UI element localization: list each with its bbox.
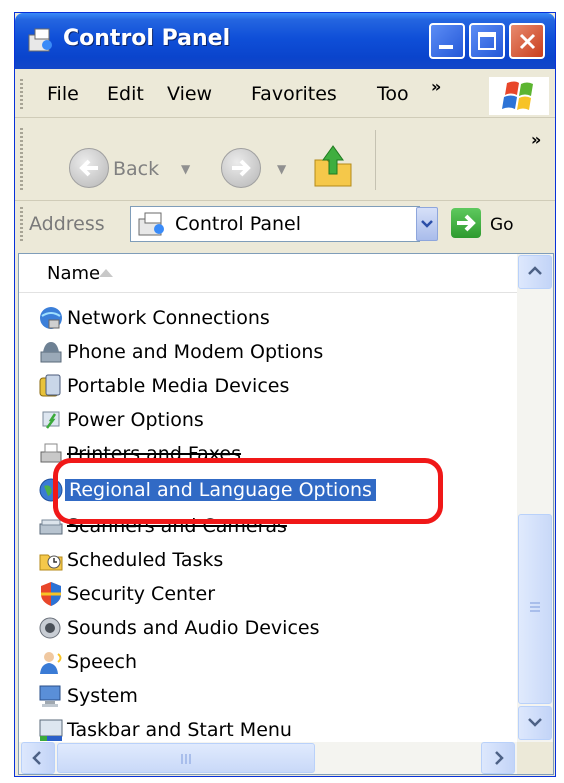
windows-logo-icon (489, 77, 549, 115)
back-label: Back (113, 158, 160, 180)
menu-edit[interactable]: Edit (107, 83, 144, 105)
toolbar: Back ▼ ▼ » (15, 118, 555, 201)
menu-tools[interactable]: Too (377, 83, 409, 105)
resize-grip[interactable] (517, 742, 553, 774)
menu-favorites[interactable]: Favorites (251, 83, 337, 105)
address-bar: Address Control Panel Go (15, 201, 555, 247)
list-item-sounds-audio[interactable]: Sounds and Audio Devices (37, 612, 507, 646)
toolbar-overflow-chevron-icon[interactable]: » (531, 130, 541, 149)
menu-grip[interactable] (20, 79, 23, 109)
maximize-button[interactable] (469, 23, 505, 59)
list-item-portable-media[interactable]: Portable Media Devices (37, 370, 507, 404)
list-item-phone-modem[interactable]: Phone and Modem Options (37, 336, 507, 370)
chevron-left-icon (32, 751, 41, 765)
name-column-header[interactable]: Name (19, 254, 517, 293)
highlight-annotation (53, 458, 443, 524)
scroll-left-button[interactable] (21, 742, 55, 774)
menu-favorites-label: Favorites (251, 83, 337, 105)
forward-button[interactable] (221, 148, 261, 188)
go-button[interactable]: Go (490, 215, 514, 235)
chevron-right-icon (495, 751, 504, 765)
forward-dropdown-icon[interactable]: ▼ (277, 162, 286, 176)
window-title: Control Panel (63, 26, 231, 51)
list-item-label: Taskbar and Start Menu (67, 719, 292, 741)
scroll-down-button[interactable] (518, 706, 552, 740)
back-dropdown-icon[interactable]: ▼ (181, 162, 190, 176)
list-item-speech[interactable]: Speech (37, 646, 507, 680)
list-item-system[interactable]: System (37, 680, 507, 714)
list-item-label: Phone and Modem Options (67, 341, 324, 363)
up-folder-icon[interactable] (311, 142, 355, 190)
scroll-right-button[interactable] (481, 742, 515, 774)
menu-view-label: View (167, 83, 213, 105)
chevron-down-icon (528, 718, 542, 727)
portable-media-icon (39, 374, 61, 397)
menu-view[interactable]: View (167, 83, 212, 105)
list-item-scheduled-tasks[interactable]: Scheduled Tasks (37, 544, 507, 578)
list-item-label: Network Connections (67, 307, 270, 329)
control-panel-icon (28, 28, 52, 52)
computer-icon (39, 685, 61, 707)
vertical-scroll-thumb[interactable] (518, 514, 552, 704)
menu-tools-label: Too (377, 83, 409, 105)
control-panel-window: Control Panel File Edit View Favorites T… (14, 12, 556, 777)
list-item-label: Security Center (67, 583, 216, 605)
chevron-down-icon (421, 220, 433, 228)
power-options-icon (42, 411, 60, 429)
minimize-icon (439, 45, 453, 49)
grip-lines-icon (530, 602, 540, 612)
network-connections-icon (40, 307, 62, 329)
toolbar-separator (375, 130, 376, 190)
control-panel-small-icon (138, 212, 164, 236)
go-arrow-icon[interactable] (451, 208, 481, 238)
sort-ascending-icon (99, 269, 113, 277)
chevron-up-icon (528, 266, 542, 275)
list-item-label: System (67, 685, 138, 707)
name-column-label: Name (47, 263, 101, 284)
toolbar-grip[interactable] (20, 128, 23, 190)
back-arrow-icon (79, 159, 98, 177)
list-item-power-options[interactable]: Power Options (37, 404, 507, 438)
taskbar-icon (39, 719, 63, 741)
list-item-label: Portable Media Devices (67, 375, 290, 397)
forward-arrow-icon (232, 159, 251, 177)
speech-icon (40, 652, 62, 674)
title-bar[interactable]: Control Panel (15, 13, 555, 69)
menu-file[interactable]: File (47, 83, 79, 105)
address-value: Control Panel (175, 213, 301, 235)
address-grip[interactable] (20, 207, 23, 241)
menu-file-label: File (47, 83, 79, 105)
scroll-up-button[interactable] (518, 255, 552, 289)
list-item-label: Sounds and Audio Devices (67, 617, 320, 639)
address-label: Address (29, 213, 105, 235)
close-button[interactable] (509, 23, 545, 59)
minimize-button[interactable] (429, 23, 465, 59)
scheduled-tasks-icon (39, 554, 63, 571)
address-dropdown-button[interactable] (416, 207, 438, 241)
maximize-icon (478, 32, 496, 50)
list-item-security-center[interactable]: Security Center (37, 578, 507, 612)
grip-lines-icon (181, 754, 191, 764)
close-icon (519, 33, 536, 50)
list-item-label: Scheduled Tasks (67, 549, 224, 571)
horizontal-scrollbar[interactable] (19, 742, 517, 774)
list-item-label: Speech (67, 651, 137, 673)
menu-edit-label: Edit (107, 83, 144, 105)
menu-overflow-chevron-icon[interactable]: » (431, 77, 441, 96)
menu-bar: File Edit View Favorites Too » (15, 71, 555, 118)
vertical-scrollbar[interactable] (517, 254, 553, 742)
address-field[interactable]: Control Panel (130, 206, 420, 242)
phone-modem-icon (40, 342, 62, 363)
list-item-network-connections[interactable]: Network Connections (37, 302, 507, 336)
back-button[interactable] (69, 148, 109, 188)
list-item-label: Power Options (67, 409, 204, 431)
horizontal-scroll-thumb[interactable] (57, 743, 315, 773)
shield-icon (41, 582, 61, 606)
speaker-icon (39, 617, 61, 639)
